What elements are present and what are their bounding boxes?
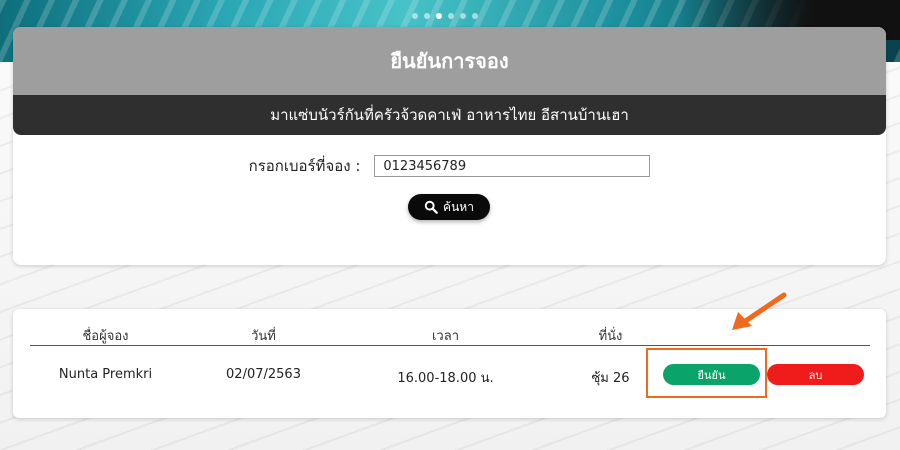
carousel-dot[interactable] (460, 13, 466, 19)
phone-label: กรอกเบอร์ที่จอง : (248, 157, 361, 175)
carousel-dot-active[interactable] (436, 13, 442, 19)
column-header-date: วันที่ (251, 329, 276, 344)
search-button-label: ค้นหา (443, 199, 474, 214)
page-title: ยืนยันการจอง (13, 27, 886, 95)
restaurant-subtitle: มาแซ่บนัวร์กันที่ครัวจ้วดคาเฟ่ อาหารไทย … (13, 95, 886, 135)
header-divider (30, 345, 870, 346)
carousel-dot[interactable] (472, 13, 478, 19)
column-header-seat: ที่นั่ง (598, 329, 623, 344)
highlight-box (646, 348, 767, 398)
booking-time: 16.00-18.00 น. (397, 371, 494, 386)
carousel-dots (412, 13, 478, 19)
column-header-name: ชื่อผู้จอง (82, 329, 129, 344)
search-button[interactable]: ค้นหา (408, 194, 490, 220)
carousel-dot[interactable] (412, 13, 418, 19)
delete-button[interactable]: ลบ (767, 364, 864, 385)
carousel-dot[interactable] (424, 13, 430, 19)
booking-name: Nunta Premkri (58, 367, 153, 382)
arrow-icon (732, 292, 787, 330)
booking-date: 02/07/2563 (226, 367, 301, 382)
phone-input[interactable] (374, 155, 651, 177)
phone-search-row: กรอกเบอร์ที่จอง : (13, 154, 886, 178)
booking-search-card: ยืนยันการจอง มาแซ่บนัวร์กันที่ครัวจ้วดคา… (13, 27, 886, 265)
column-header-time: เวลา (431, 329, 459, 344)
search-icon (424, 200, 438, 214)
carousel-dot[interactable] (448, 13, 454, 19)
